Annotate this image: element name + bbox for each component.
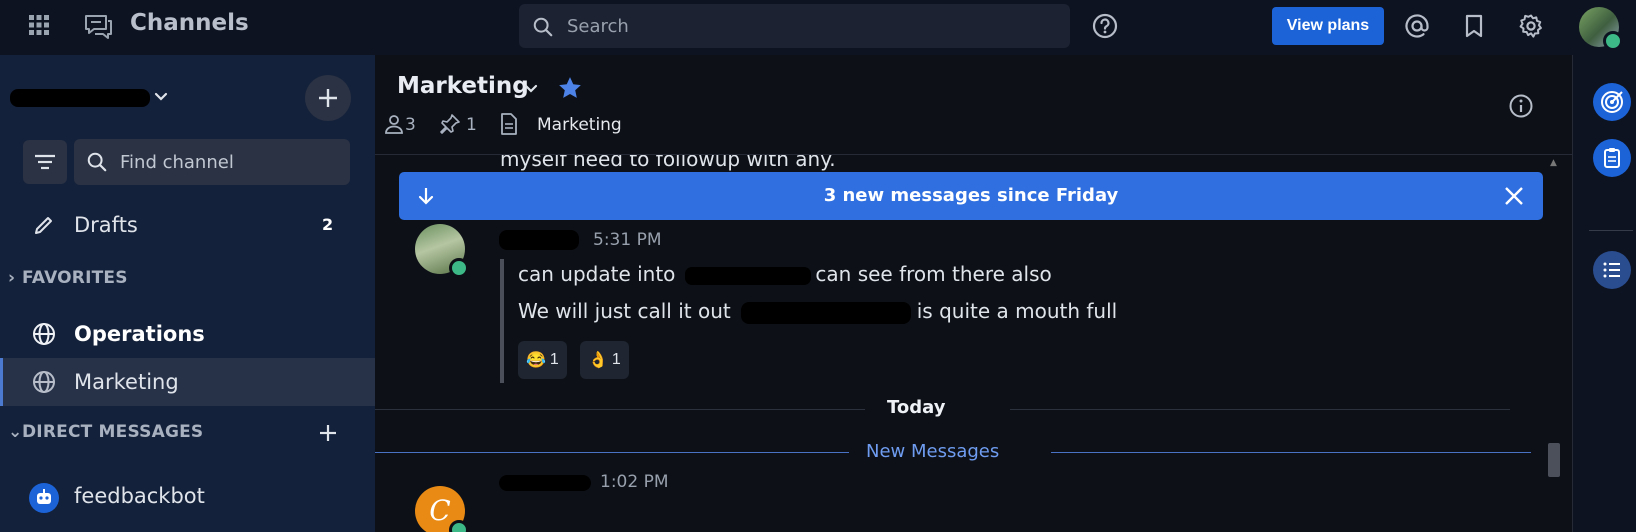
members-icon[interactable] (383, 113, 405, 135)
chevron-down-icon[interactable] (521, 79, 541, 99)
reaction-count: 1 (549, 351, 559, 368)
direct-messages-section-header[interactable]: ⌄DIRECT MESSAGES (8, 422, 203, 442)
section-label: DIRECT MESSAGES (22, 422, 204, 442)
date-divider-line (1010, 409, 1510, 410)
chevron-right-icon: › (8, 268, 16, 288)
boards-clipboard-icon[interactable] (1593, 139, 1631, 177)
thread-line (500, 259, 504, 383)
post-timestamp[interactable]: 1:02 PM (600, 472, 669, 492)
app-bar (1572, 55, 1636, 532)
add-button[interactable] (305, 75, 351, 121)
help-icon[interactable] (1091, 12, 1119, 40)
document-icon (501, 113, 517, 135)
chevron-down-icon: ⌄ (8, 422, 23, 442)
channel-header-text: Marketing (537, 115, 622, 135)
redacted-author-name[interactable] (499, 230, 579, 250)
online-status-icon (1603, 31, 1623, 51)
pencil-icon (35, 217, 52, 234)
message-text: myself need to followup with any. (500, 155, 836, 171)
mentions-at-icon[interactable] (1404, 13, 1430, 39)
rail-divider (1589, 230, 1633, 231)
drafts-count-badge: 2 (322, 215, 334, 234)
channel-filter-button[interactable] (23, 140, 67, 184)
pinned-count[interactable]: 1 (466, 115, 477, 135)
channels-product-icon (85, 15, 112, 39)
settings-gear-icon[interactable] (1518, 13, 1544, 39)
search-icon (87, 152, 107, 172)
scrollbar-thumb[interactable] (1548, 443, 1560, 477)
sidebar-item-label: feedbackbot (74, 484, 205, 508)
filter-icon (35, 154, 55, 170)
user-avatar[interactable] (1579, 7, 1623, 51)
message-text: can update into can see from there also (518, 262, 1052, 286)
message-text: We will just call it out is quite a mouth… (518, 299, 1118, 324)
playbooks-target-icon[interactable] (1593, 83, 1631, 121)
sidebar-item-operations[interactable]: Operations (0, 310, 375, 358)
saved-bookmark-icon[interactable] (1461, 13, 1487, 39)
product-name: Channels (130, 10, 249, 36)
sidebar-item-drafts[interactable]: Drafts 2 (0, 201, 375, 249)
online-status-icon (449, 520, 469, 532)
list-icon[interactable] (1593, 251, 1631, 289)
find-channel-input[interactable]: Find channel (74, 139, 350, 185)
view-plans-button[interactable]: View plans (1272, 7, 1384, 45)
globe-icon (33, 323, 55, 345)
sidebar-item-label: Drafts (74, 213, 138, 237)
channel-header: Marketing 3 1 Marketing (375, 55, 1572, 155)
redacted-author-name[interactable] (499, 475, 591, 491)
favorites-section-header[interactable]: › FAVORITES (8, 268, 128, 288)
pin-icon[interactable] (439, 113, 461, 135)
ok-hand-emoji-icon: 👌 (588, 352, 608, 369)
plus-icon (319, 89, 337, 107)
new-messages-banner[interactable]: 3 new messages since Friday (399, 172, 1543, 220)
search-input[interactable]: Search (519, 4, 1070, 48)
post-timestamp[interactable]: 5:31 PM (593, 230, 662, 250)
channel-sidebar: Find channel Drafts 2 › FAVORITES Operati… (0, 55, 375, 532)
chevron-down-icon[interactable] (152, 88, 170, 106)
close-icon[interactable] (1503, 185, 1525, 207)
joy-emoji-icon: 😂 (526, 352, 546, 369)
section-label: FAVORITES (22, 268, 128, 288)
date-separator-today: Today (887, 397, 946, 418)
search-icon (533, 17, 553, 37)
search-placeholder: Search (567, 16, 629, 37)
info-icon[interactable] (1508, 93, 1534, 119)
new-messages-separator: New Messages (866, 441, 1000, 462)
bot-icon (29, 483, 59, 513)
online-status-icon (449, 258, 469, 278)
top-bar: Channels Search View plans (0, 0, 1636, 55)
reaction-ok-hand-button[interactable]: 👌 1 (580, 341, 629, 379)
sidebar-item-marketing[interactable]: Marketing (0, 358, 375, 406)
channel-title[interactable]: Marketing (397, 73, 529, 99)
member-count[interactable]: 3 (405, 115, 416, 135)
find-channel-placeholder: Find channel (120, 152, 234, 173)
favorite-star-icon[interactable] (557, 75, 583, 101)
message-list: myself need to followup with any. 3 new … (375, 155, 1572, 532)
globe-icon (33, 371, 55, 393)
sidebar-item-label: Marketing (74, 370, 179, 394)
author-avatar[interactable]: C (415, 486, 469, 532)
date-divider-line (375, 409, 865, 410)
new-messages-banner-text: 3 new messages since Friday (823, 185, 1119, 206)
team-name-redacted[interactable] (10, 85, 160, 111)
reaction-joy-button[interactable]: 😂 1 (518, 341, 567, 379)
product-menu-grid-icon[interactable] (27, 13, 51, 37)
add-direct-message-plus-icon[interactable] (317, 422, 339, 444)
avatar-letter: C (429, 494, 451, 527)
new-messages-line (1051, 452, 1531, 453)
sidebar-item-feedbackbot[interactable]: feedbackbot (0, 472, 375, 520)
author-avatar[interactable] (415, 224, 469, 278)
reaction-count: 1 (611, 351, 621, 368)
new-messages-line (375, 452, 849, 453)
sidebar-item-label: Operations (74, 322, 205, 346)
scroll-up-arrow-icon[interactable]: ▲ (1550, 158, 1557, 168)
